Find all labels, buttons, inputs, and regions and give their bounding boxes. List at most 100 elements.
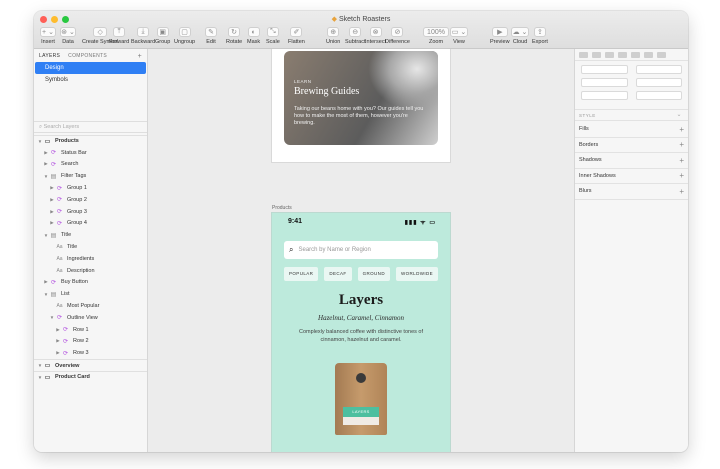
toolbar-label: Rotate <box>226 39 243 45</box>
toolbar-group-button[interactable]: ▣ Group <box>155 27 170 45</box>
add-icon[interactable]: + <box>679 156 684 165</box>
x-field[interactable] <box>581 65 628 74</box>
rotation-field[interactable] <box>581 91 628 100</box>
layer-row[interactable]: ▶ ⟳ Search <box>34 159 147 171</box>
add-icon[interactable]: + <box>679 171 684 180</box>
align-top-icon[interactable] <box>618 52 627 58</box>
add-icon[interactable]: + <box>679 140 684 149</box>
toolbar-preview-button[interactable]: ▶ Preview <box>490 27 510 45</box>
toolbar-intersect-button[interactable]: ⊗ Intersect <box>365 27 386 45</box>
layer-row[interactable]: Aa Most Popular <box>34 300 147 312</box>
layer-label: Products <box>55 138 79 145</box>
toolbar-view-button[interactable]: ▭ ⌄ View <box>450 27 468 45</box>
toolbar-label: Group <box>155 39 171 45</box>
layer-row[interactable]: Aa Description <box>34 265 147 277</box>
layer-label: Group 3 <box>67 208 87 215</box>
toolbar-scale-button[interactable]: ⤡ Scale <box>266 27 280 45</box>
layer-row[interactable]: ▼ ▤ List <box>34 288 147 300</box>
brewing-guides-card[interactable]: LEARN Brewing Guides Taking our beans ho… <box>284 51 438 145</box>
toolbar-zoom-button[interactable]: 100% Zoom <box>423 27 449 45</box>
overview-artboard[interactable]: LEARN Brewing Guides Taking our beans ho… <box>272 49 450 162</box>
add-icon[interactable]: + <box>679 125 684 134</box>
layer-search-input[interactable]: ⌕ Search Layers <box>34 121 147 133</box>
toolbar-cloud-button[interactable]: ☁ ⌄ Cloud <box>511 27 529 45</box>
symbol-icon: ⟳ <box>56 220 63 227</box>
layer-label: List <box>61 291 70 298</box>
layer-row[interactable]: ▶ ⟳ Group 1 <box>34 182 147 194</box>
tab-components[interactable]: COMPONENTS <box>68 53 107 62</box>
toolbar-ungroup-button[interactable]: ▢ Ungroup <box>174 27 195 45</box>
canvas[interactable]: LEARN Brewing Guides Taking our beans ho… <box>148 49 574 452</box>
toolbar-insert-button[interactable]: + ⌄ Insert <box>40 27 56 45</box>
artboard-icon: ▭ <box>44 374 51 381</box>
search-placeholder: Search by Name or Region <box>298 247 371 253</box>
toolbar-union-button[interactable]: ⊕ Union <box>326 27 340 45</box>
page-item-design[interactable]: Design <box>35 62 146 74</box>
filter-tag-ground[interactable]: GROUND <box>357 267 390 281</box>
toolbar-mask-button[interactable]: ◐ Mask <box>247 27 260 45</box>
add-page-button[interactable]: + <box>138 53 142 62</box>
section-fills: Fills + <box>575 122 688 138</box>
layer-label: Buy Button <box>61 279 88 286</box>
layer-row[interactable]: ▶ ⟳ Group 4 <box>34 218 147 230</box>
edit-icon: ✎ <box>205 27 217 37</box>
y-field[interactable] <box>635 65 682 74</box>
products-artboard[interactable]: 9:41 ▮▮▮ ᯤ ▭ ⌕ Search by Name or Region … <box>272 213 450 452</box>
height-field[interactable] <box>635 78 682 87</box>
filter-tag-worldwide[interactable]: WORLDWIDE <box>395 267 439 281</box>
toolbar-rotate-button[interactable]: ↻ Rotate <box>226 27 242 45</box>
layer-row[interactable]: ▼ ▭ Products <box>34 135 147 147</box>
toolbar-backward-button[interactable]: ⤓ Backward <box>131 27 155 45</box>
align-right-icon[interactable] <box>605 52 614 58</box>
symbol-icon: ⟳ <box>56 315 63 322</box>
coffee-bag-image: LAYERS <box>335 363 387 435</box>
layer-row[interactable]: ▶ ⟳ Row 3 <box>34 347 147 359</box>
toolbar-export-button[interactable]: ⇪ Export <box>532 27 548 45</box>
layer-row[interactable]: ▶ ⟳ Status Bar <box>34 147 147 159</box>
toolbar-label: Intersect <box>365 39 387 45</box>
layer-label: Title <box>61 232 72 239</box>
chevron-down-icon[interactable]: ⌄ <box>676 110 682 121</box>
filter-tag-decaf[interactable]: DECAF <box>324 267 352 281</box>
folder-icon: ▤ <box>50 232 57 239</box>
product-search-field[interactable]: ⌕ Search by Name or Region <box>284 241 438 259</box>
page-item-symbols[interactable]: Symbols <box>35 74 146 86</box>
layer-row[interactable]: ▼ ▤ Title <box>34 229 147 241</box>
toolbar-difference-button[interactable]: ⊘ Difference <box>385 27 410 45</box>
artboard-label[interactable]: Products <box>272 205 292 211</box>
layer-row[interactable]: Aa Ingredients <box>34 253 147 265</box>
tab-layers[interactable]: LAYERS <box>39 53 60 62</box>
layer-row[interactable]: ▶ ⟳ Row 1 <box>34 324 147 336</box>
layer-row[interactable]: ▶ ⟳ Group 3 <box>34 206 147 218</box>
filter-tag-popular[interactable]: POPULAR <box>284 267 319 281</box>
add-icon[interactable]: + <box>679 187 684 196</box>
flip-field[interactable] <box>635 91 682 100</box>
align-middle-icon[interactable] <box>631 52 640 58</box>
layer-label: Outline View <box>67 314 98 321</box>
toolbar-forward-button[interactable]: ⤒ Forward <box>109 27 129 45</box>
align-bottom-icon[interactable] <box>644 52 653 58</box>
layer-list: ▼ ▭ Products ▶ ⟳ Status Bar ▶ ⟳ Search ▼ ▤ Filter T… <box>34 135 147 383</box>
align-left-icon[interactable] <box>579 52 588 58</box>
layer-row[interactable]: ▶ ⟳ Buy Button <box>34 277 147 289</box>
distribute-icon[interactable] <box>657 52 666 58</box>
layer-label: Row 1 <box>73 326 89 333</box>
ungroup-icon: ▢ <box>178 27 191 37</box>
document-icon: ◆ <box>331 16 338 23</box>
layer-row[interactable]: ▼ ⟳ Outline View <box>34 312 147 324</box>
toolbar-data-button[interactable]: ⊛ ⌄ Data <box>60 27 76 45</box>
toolbar-edit-button[interactable]: ✎ Edit <box>205 27 217 45</box>
layer-row[interactable]: ▼ ▭ Overview <box>34 359 147 371</box>
align-center-icon[interactable] <box>592 52 601 58</box>
toolbar-subtract-button[interactable]: ⊖ Subtract <box>345 27 365 45</box>
layer-row[interactable]: ▶ ⟳ Row 2 <box>34 336 147 348</box>
layer-row[interactable]: ▼ ▭ Product Card <box>34 370 147 383</box>
layer-row[interactable]: ▶ ⟳ Group 2 <box>34 194 147 206</box>
section-inner-shadows: Inner Shadows + <box>575 169 688 184</box>
sketch-window: ◆ Sketch Roasters + ⌄ Insert ⊛ ⌄ Data ◇ Creat… <box>34 11 688 452</box>
width-field[interactable] <box>581 78 628 87</box>
toolbar-flatten-button[interactable]: ✐ Flatten <box>288 27 305 45</box>
layer-row[interactable]: Aa Title <box>34 241 147 253</box>
layer-row[interactable]: ▼ ▤ Filter Tags <box>34 170 147 182</box>
section-label: Borders <box>579 141 599 148</box>
